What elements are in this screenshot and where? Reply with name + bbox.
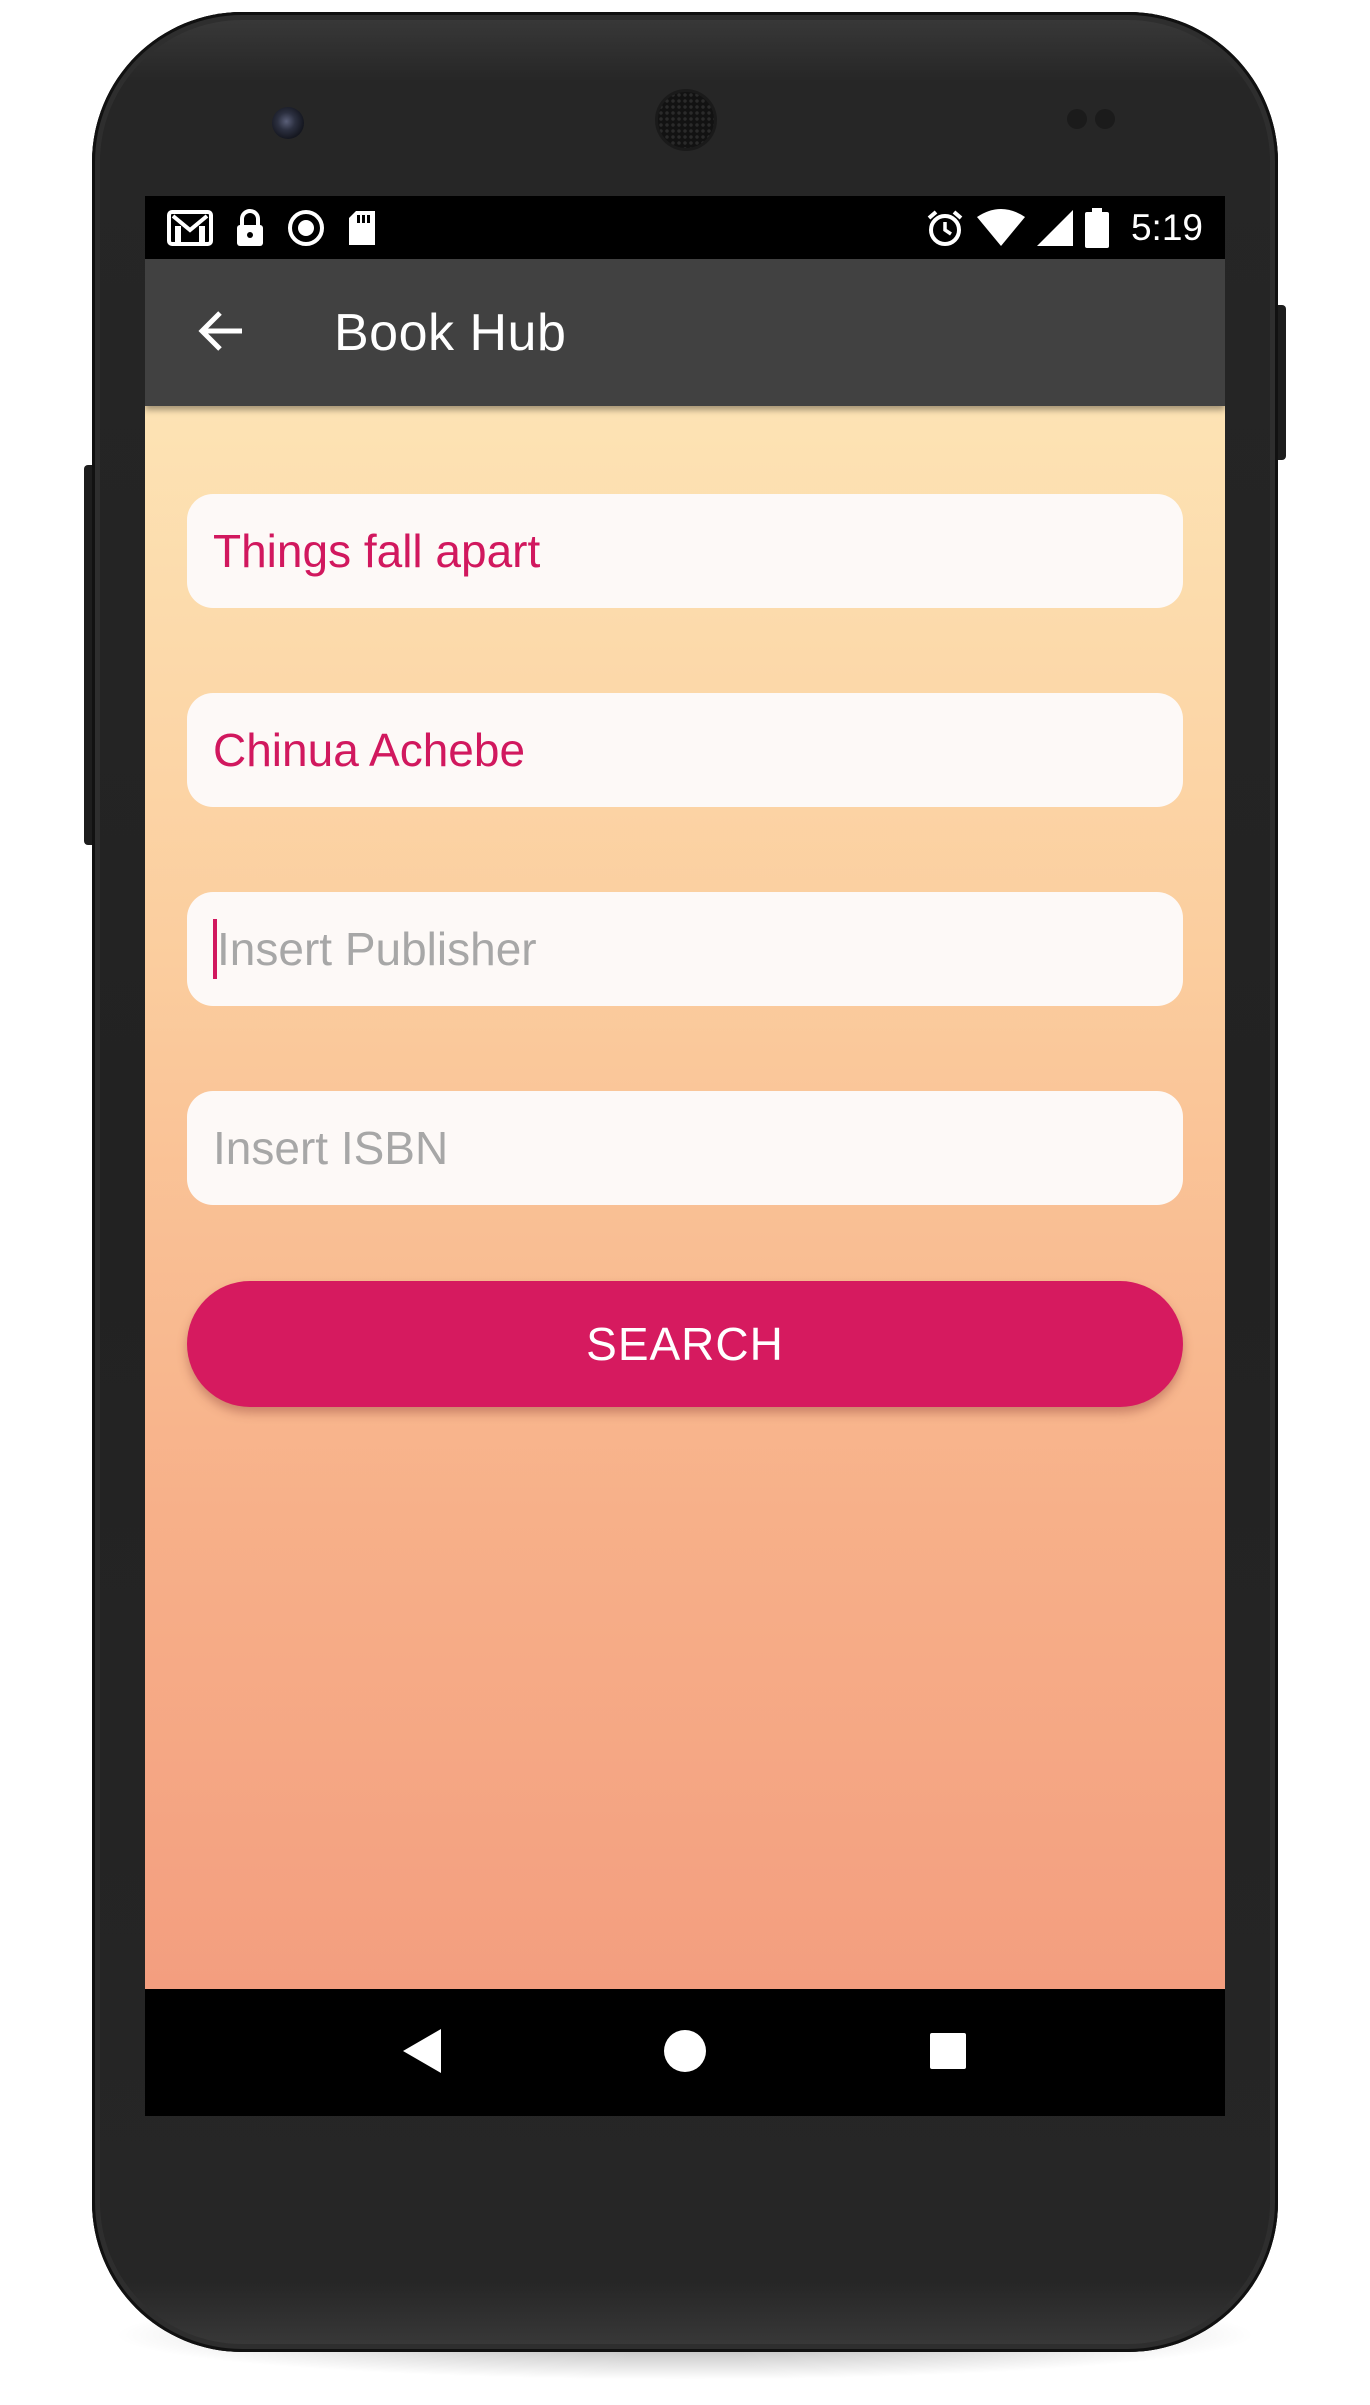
app-bar: Book Hub <box>145 259 1225 406</box>
page-title: Book Hub <box>334 304 567 362</box>
front-camera <box>272 107 304 139</box>
search-form: Things fall apart Chinua Achebe Insert P… <box>145 406 1225 1989</box>
navigation-bar <box>145 1989 1225 2116</box>
nav-home-button[interactable] <box>642 2010 728 2096</box>
search-button-label: SEARCH <box>586 1318 784 1370</box>
alarm-icon <box>925 208 965 248</box>
signal-icon <box>1036 209 1073 246</box>
status-time: 5:19 <box>1130 206 1203 248</box>
isbn-field[interactable]: Insert ISBN <box>187 1091 1183 1205</box>
back-button[interactable] <box>185 297 257 369</box>
publisher-field-placeholder: Insert Publisher <box>217 923 537 975</box>
gmail-icon <box>167 209 213 246</box>
lock-icon <box>235 208 265 248</box>
proximity-sensor <box>1067 109 1087 129</box>
earpiece-speaker <box>658 92 714 148</box>
sync-circle-icon <box>287 209 325 247</box>
light-sensor <box>1095 109 1115 129</box>
battery-icon <box>1084 207 1109 248</box>
arrow-back-icon <box>198 308 244 359</box>
back-triangle-icon <box>401 2027 445 2080</box>
screen: 5:19 Book Hub Things fall apart Chinua A… <box>145 196 1225 2116</box>
publisher-field[interactable]: Insert Publisher <box>187 892 1183 1006</box>
sd-card-icon <box>347 209 377 247</box>
title-field-value: Things fall apart <box>213 525 541 577</box>
author-field[interactable]: Chinua Achebe <box>187 693 1183 807</box>
wifi-icon <box>976 208 1025 247</box>
status-left-icons <box>167 196 377 259</box>
title-field[interactable]: Things fall apart <box>187 494 1183 608</box>
isbn-field-placeholder: Insert ISBN <box>213 1122 449 1174</box>
status-right-icons: 5:19 <box>925 196 1203 259</box>
home-circle-icon <box>662 2028 708 2079</box>
status-bar: 5:19 <box>145 196 1225 259</box>
author-field-value: Chinua Achebe <box>213 724 526 776</box>
nav-back-button[interactable] <box>380 2010 466 2096</box>
search-button[interactable]: SEARCH <box>187 1281 1183 1407</box>
nav-recents-button[interactable] <box>905 2010 991 2096</box>
recents-square-icon <box>928 2031 968 2076</box>
